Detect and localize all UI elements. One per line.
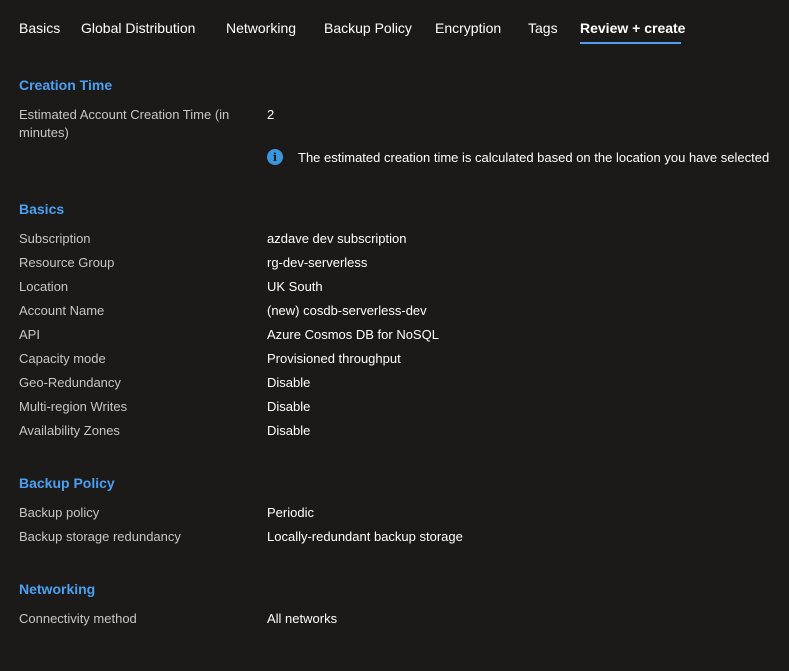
row-label-multi-region-writes: Multi-region Writes	[19, 399, 128, 414]
tab-encryption[interactable]: Encryption	[435, 19, 501, 37]
section-title-creation-time: Creation Time	[19, 77, 113, 93]
row-label-backup-storage-redundancy: Backup storage redundancy	[19, 529, 181, 544]
row-value-multi-region-writes: Disable	[267, 399, 311, 414]
row-value-api: Azure Cosmos DB for NoSQL	[267, 327, 439, 342]
creation-time-info: i The estimated creation time is calcula…	[267, 148, 769, 166]
row-label-subscription: Subscription	[19, 231, 91, 246]
info-icon: i	[267, 149, 283, 165]
tab-review-create[interactable]: Review + create	[580, 19, 685, 37]
tab-backup-policy[interactable]: Backup Policy	[324, 19, 412, 37]
tab-basics[interactable]: Basics	[19, 19, 60, 37]
row-label-geo-redundancy: Geo-Redundancy	[19, 375, 121, 390]
row-value-capacity-mode: Provisioned throughput	[267, 351, 401, 366]
section-title-basics: Basics	[19, 201, 65, 217]
row-value-location: UK South	[267, 279, 323, 294]
row-label-availability-zones: Availability Zones	[19, 423, 120, 438]
active-tab-indicator	[580, 42, 681, 44]
row-value-backup-policy: Periodic	[267, 505, 314, 520]
row-label-backup-policy: Backup policy	[19, 505, 100, 520]
row-label-capacity-mode: Capacity mode	[19, 351, 106, 366]
row-label-api: API	[19, 327, 40, 342]
row-value-geo-redundancy: Disable	[267, 375, 311, 390]
tab-tags[interactable]: Tags	[528, 19, 558, 37]
row-value-account-name: (new) cosdb-serverless-dev	[267, 303, 427, 318]
row-value-availability-zones: Disable	[267, 423, 311, 438]
row-label-account-name: Account Name	[19, 303, 105, 318]
creation-time-label: Estimated Account Creation Time (in minu…	[19, 107, 230, 140]
tab-bar: Basics Global Distribution Networking Ba…	[0, 0, 789, 48]
creation-time-info-text: The estimated creation time is calculate…	[298, 149, 770, 165]
tab-networking[interactable]: Networking	[226, 19, 296, 37]
row-value-resource-group: rg-dev-serverless	[267, 255, 368, 270]
section-title-backup-policy: Backup Policy	[19, 475, 115, 491]
row-label-location: Location	[19, 279, 69, 294]
creation-time-value: 2	[267, 107, 275, 122]
row-label-connectivity-method: Connectivity method	[19, 611, 137, 626]
row-value-backup-storage-redundancy: Locally-redundant backup storage	[267, 529, 463, 544]
row-label-resource-group: Resource Group	[19, 255, 115, 270]
row-value-subscription: azdave dev subscription	[267, 231, 407, 246]
section-title-networking: Networking	[19, 581, 96, 597]
tab-global-distribution[interactable]: Global Distribution	[81, 19, 195, 37]
row-value-connectivity-method: All networks	[267, 611, 338, 626]
